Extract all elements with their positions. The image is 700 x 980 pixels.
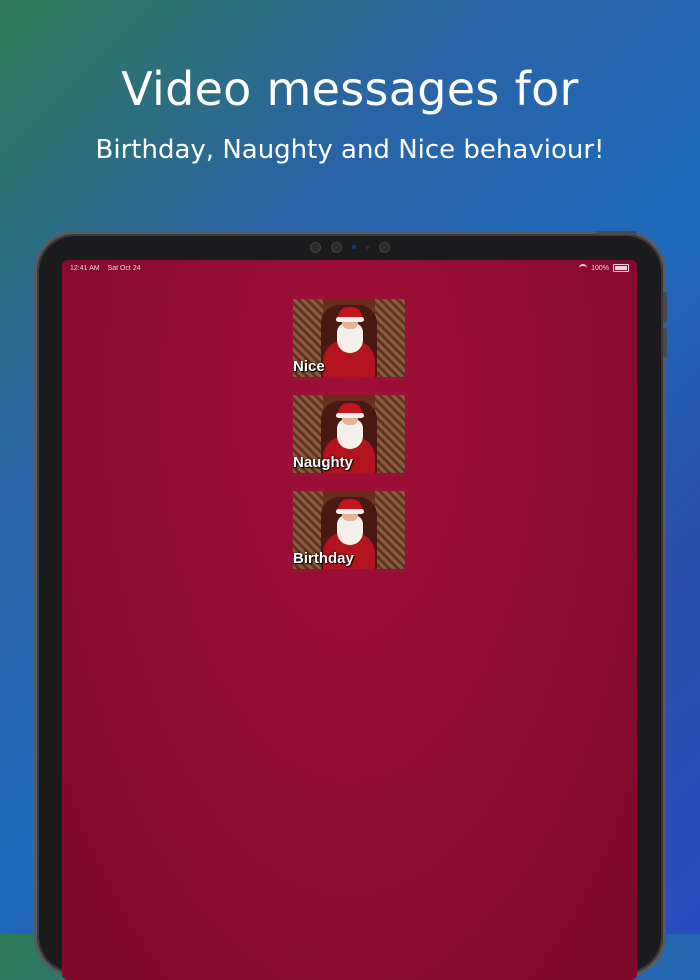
video-tile-birthday[interactable]: Birthday: [293, 491, 405, 569]
status-time: 12:41 AM: [70, 264, 100, 272]
status-bar: 12:41 AM Sat Oct 24 100%: [70, 263, 629, 273]
status-date: Sat Oct 24: [107, 264, 141, 272]
santa-hat-icon: [336, 499, 364, 514]
santa-hat-icon: [336, 403, 364, 418]
ipad-device-frame: 12:41 AM Sat Oct 24 100% Nice Naughty Bi…: [37, 231, 667, 980]
device-top-button: [597, 231, 637, 235]
device-volume-down-button: [663, 328, 667, 358]
video-tile-label: Naughty: [293, 454, 353, 471]
video-tile-label: Birthday: [293, 550, 354, 567]
app-screen: 12:41 AM Sat Oct 24 100% Nice Naughty Bi…: [62, 260, 637, 980]
santa-hat-icon: [336, 307, 364, 322]
camera-lens-icon: [331, 241, 342, 253]
battery-icon: [613, 264, 629, 272]
camera-sensor-icon: [352, 245, 356, 249]
wifi-icon: [579, 264, 588, 272]
device-volume-up-button: [663, 292, 667, 322]
camera-lens-icon: [379, 241, 390, 253]
video-tile-nice[interactable]: Nice: [293, 299, 405, 377]
camera-array: [37, 240, 663, 254]
video-tile-naughty[interactable]: Naughty: [293, 395, 405, 473]
promo-headline: Video messages for: [121, 62, 579, 116]
camera-sensor-icon: [366, 245, 369, 249]
battery-percent: 100%: [591, 264, 609, 272]
promo-subline: Birthday, Naughty and Nice behaviour!: [95, 135, 605, 165]
camera-lens-icon: [310, 241, 321, 253]
video-tile-label: Nice: [293, 358, 325, 375]
